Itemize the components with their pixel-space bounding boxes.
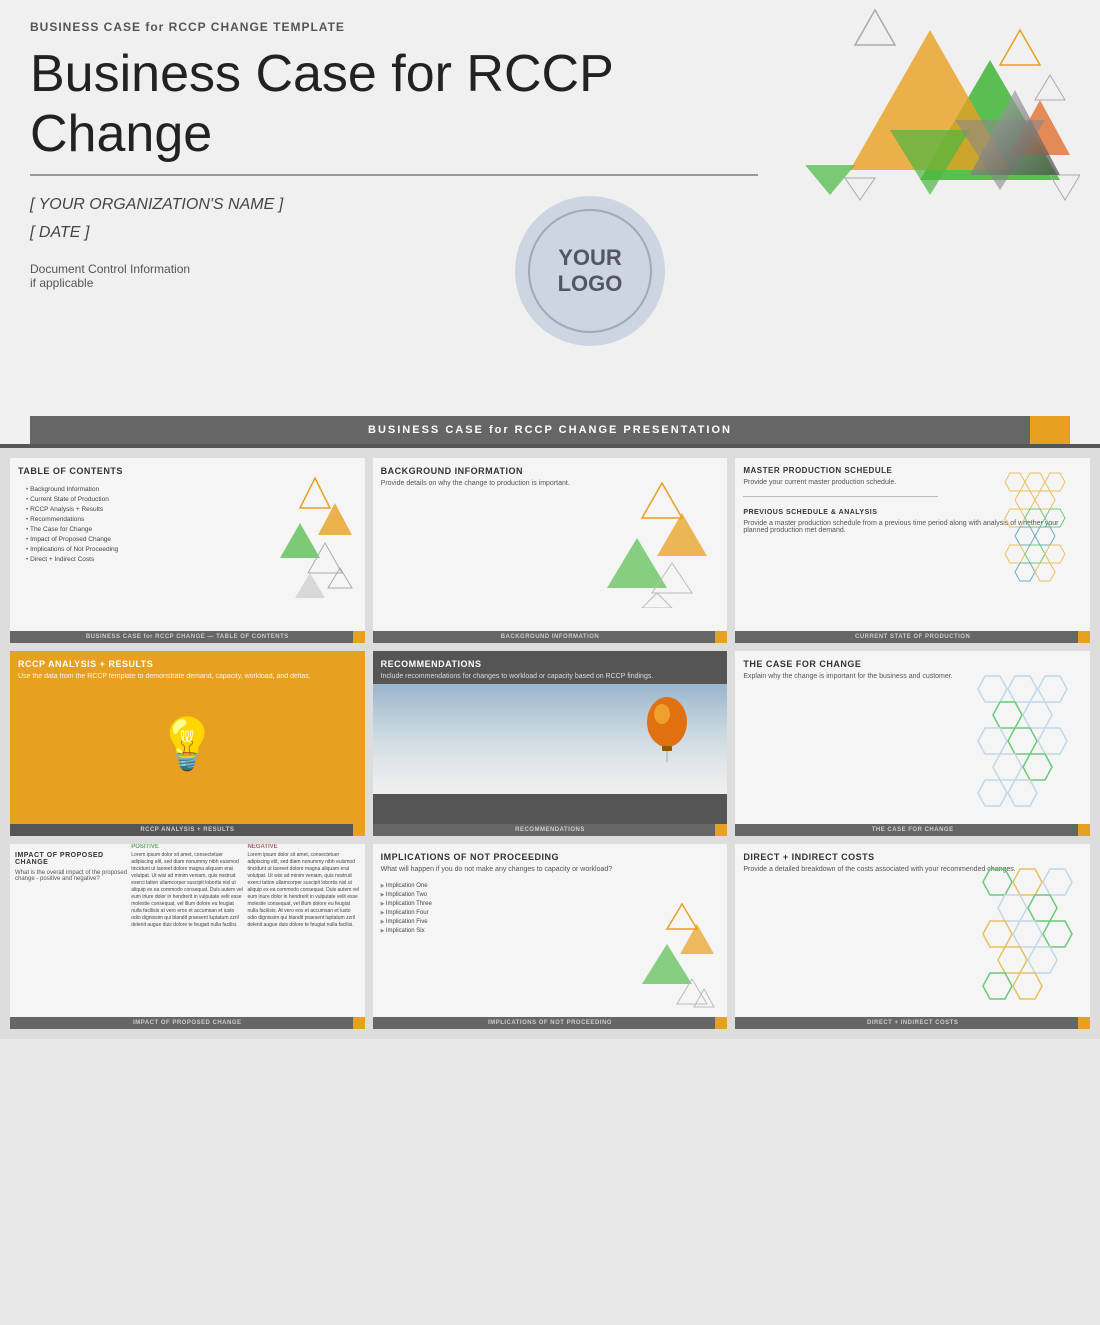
balloon-svg: [642, 694, 692, 764]
bg-header: BACKGROUND INFORMATION: [373, 458, 728, 480]
dc-footer: DIRECT + INDIRECT COSTS: [735, 1017, 1090, 1029]
rccp-header: RCCP ANALYSIS + RESULTS: [10, 651, 365, 673]
hero-left: [ YOUR ORGANIZATION'S NAME ] [ DATE ] Do…: [30, 196, 490, 290]
impl-item-2: Implication Two: [381, 890, 720, 899]
impact-col-2: POSITIVE Lorem ipsum dolor sit amet, con…: [131, 844, 243, 929]
rccp-footer: RCCP ANALYSIS + RESULTS: [10, 824, 365, 836]
thumb-recommendations[interactable]: RECOMMENDATIONS Include recommendations …: [373, 651, 728, 836]
hero-title: Business Case for RCCP Change: [30, 44, 758, 176]
impact-col-3: NEGATIVE Lorem ipsum dolor sit amet, con…: [247, 844, 359, 929]
impact-negative-text: Lorem ipsum dolor sit amet, consectetuer…: [247, 852, 359, 929]
impact-footer: IMPACT OF PROPOSED CHANGE: [10, 1017, 365, 1029]
impact-question: What is the overall impact of the propos…: [15, 870, 127, 882]
impact-negative-title: NEGATIVE: [247, 844, 359, 850]
rccp-subheader: Use the data from the RCCP template to d…: [10, 673, 365, 684]
lightbulb-container: 💡: [10, 684, 365, 804]
impact-cols: IMPACT OF PROPOSED CHANGE What is the ov…: [10, 844, 365, 949]
hero-top-label: BUSINESS CASE for RCCP CHANGE TEMPLATE: [30, 20, 1070, 34]
hero-right-spacer: [690, 196, 1070, 396]
dc-hex-deco: [970, 864, 1085, 1019]
thumb-rccp[interactable]: RCCP ANALYSIS + RESULTS Use the data fro…: [10, 651, 365, 836]
bg-deco-svg: [602, 478, 722, 608]
thumb-toc[interactable]: TABLE OF CONTENTS Background Information…: [10, 458, 365, 643]
cfc-footer: THE CASE FOR CHANGE: [735, 824, 1090, 836]
cfc-hex-deco: [965, 671, 1085, 826]
mp-hex-deco: [995, 468, 1085, 633]
impl-deco-svg: [632, 899, 722, 1009]
hero-date: [ DATE ]: [30, 224, 490, 242]
hero-doc-control-sub: if applicable: [30, 276, 490, 290]
toc-deco-svg: [260, 473, 360, 603]
thumb-background[interactable]: BACKGROUND INFORMATION Provide details o…: [373, 458, 728, 643]
lightbulb-icon: 💡: [156, 715, 218, 774]
bg-footer: BACKGROUND INFORMATION: [373, 631, 728, 643]
thumb-implications[interactable]: IMPLICATIONS OF NOT PROCEEDING What will…: [373, 844, 728, 1029]
dc-header: DIRECT + INDIRECT COSTS: [735, 844, 1090, 866]
rec-header: RECOMMENDATIONS: [373, 651, 728, 673]
hero-doc-control: Document Control Information: [30, 262, 490, 276]
impact-positive-title: POSITIVE: [131, 844, 243, 850]
toc-footer: BUSINESS CASE for RCCP CHANGE — TABLE OF…: [10, 631, 365, 643]
impl-subheader: What will happen if you do not make any …: [373, 866, 728, 877]
hero-footer: BUSINESS CASE for RCCP CHANGE PRESENTATI…: [30, 416, 1070, 444]
thumbnail-grid: TABLE OF CONTENTS Background Information…: [0, 448, 1100, 1039]
logo-circle: YOUR LOGO: [515, 196, 665, 346]
impl-footer: IMPLICATIONS OF NOT PROCEEDING: [373, 1017, 728, 1029]
hero-footer-text: BUSINESS CASE for RCCP CHANGE PRESENTATI…: [368, 424, 732, 436]
thumb-master-prod[interactable]: MASTER PRODUCTION SCHEDULE Provide your …: [735, 458, 1090, 643]
mp-footer: CURRENT STATE OF PRODUCTION: [735, 631, 1090, 643]
impl-header: IMPLICATIONS OF NOT PROCEEDING: [373, 844, 728, 866]
hero-body: [ YOUR ORGANIZATION'S NAME ] [ DATE ] Do…: [30, 196, 1070, 416]
hero-slide: BUSINESS CASE for RCCP CHANGE TEMPLATE B…: [0, 0, 1100, 448]
thumb-impact[interactable]: IMPACT OF PROPOSED CHANGE What is the ov…: [10, 844, 365, 1029]
logo-text-line1: YOUR: [558, 245, 622, 271]
impl-item-1: Implication One: [381, 881, 720, 890]
thumb-case-for-change[interactable]: THE CASE FOR CHANGE Explain why the chan…: [735, 651, 1090, 836]
impact-header: IMPACT OF PROPOSED CHANGE: [15, 844, 127, 870]
rec-img: [373, 684, 728, 794]
cfc-header: THE CASE FOR CHANGE: [735, 651, 1090, 673]
hero-org-name: [ YOUR ORGANIZATION'S NAME ]: [30, 196, 490, 214]
rec-footer: RECOMMENDATIONS: [373, 824, 728, 836]
hero-center: YOUR LOGO: [490, 196, 690, 346]
logo-text-line2: LOGO: [558, 271, 623, 297]
impact-col-1: IMPACT OF PROPOSED CHANGE What is the ov…: [15, 844, 127, 929]
thumb-direct-costs[interactable]: DIRECT + INDIRECT COSTS Provide a detail…: [735, 844, 1090, 1029]
impact-positive-text: Lorem ipsum dolor sit amet, consectetuer…: [131, 852, 243, 929]
rec-subheader: Include recommendations for changes to w…: [373, 673, 728, 684]
